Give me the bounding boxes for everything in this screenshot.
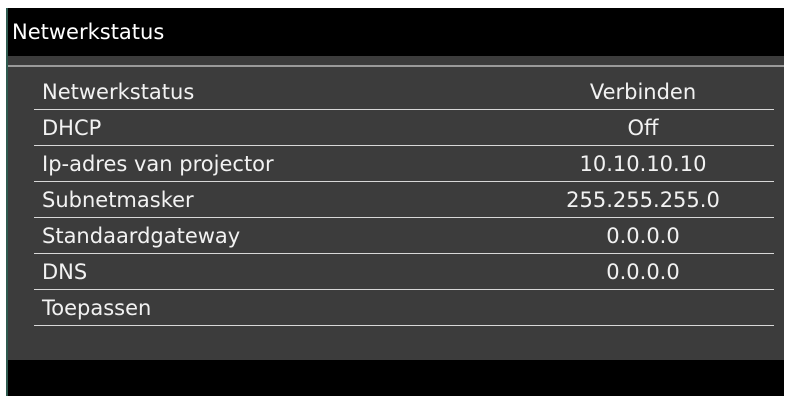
menu-row-label: Netwerkstatus	[42, 79, 195, 104]
menu-row-label: DHCP	[42, 115, 102, 140]
menu-row-projector-ip-address[interactable]: Ip-adres van projector 10.10.10.10	[34, 146, 774, 182]
menu-row-label: Ip-adres van projector	[42, 151, 274, 176]
network-settings-list: Netwerkstatus Verbinden DHCP Off Ip-adre…	[34, 74, 774, 326]
menu-row-dns[interactable]: DNS 0.0.0.0	[34, 254, 774, 290]
menu-row-apply[interactable]: Toepassen	[34, 290, 774, 326]
menu-row-value: Off	[627, 115, 659, 140]
menu-row-label: Standaardgateway	[42, 223, 241, 248]
menu-row-value: 0.0.0.0	[606, 259, 680, 284]
menu-row-value: 0.0.0.0	[606, 223, 680, 248]
menu-row-label: Subnetmasker	[42, 187, 194, 212]
menu-row-network-status[interactable]: Netwerkstatus Verbinden	[34, 74, 774, 110]
menu-row-label: Toepassen	[42, 295, 152, 320]
osd-footer-bar	[8, 360, 784, 396]
menu-row-subnet-mask[interactable]: Subnetmasker 255.255.255.0	[34, 182, 774, 218]
menu-row-default-gateway[interactable]: Standaardgateway 0.0.0.0	[34, 218, 774, 254]
menu-row-label: DNS	[42, 259, 88, 284]
menu-row-value: 10.10.10.10	[579, 151, 707, 176]
menu-row-value: Verbinden	[589, 79, 697, 104]
osd-title: Netwerkstatus	[12, 20, 165, 44]
menu-row-value: 255.255.255.0	[566, 187, 720, 212]
menu-row-dhcp[interactable]: DHCP Off	[34, 110, 774, 146]
title-divider	[8, 65, 784, 67]
network-status-osd-panel: Netwerkstatus Netwerkstatus Verbinden DH…	[6, 8, 784, 396]
osd-title-bar: Netwerkstatus	[8, 8, 784, 56]
